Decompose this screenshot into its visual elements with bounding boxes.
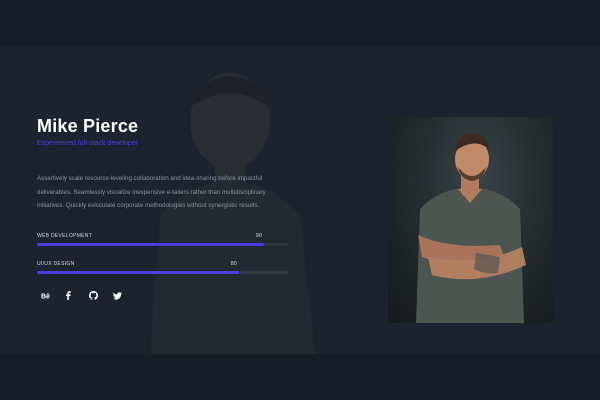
profile-photo <box>388 117 553 323</box>
facebook-icon[interactable] <box>65 289 89 303</box>
about-section: Mike Pierce Experienced full-stack devel… <box>0 46 600 354</box>
skill-progress-fill <box>37 242 264 246</box>
portrait-illustration <box>416 132 526 323</box>
top-band <box>0 0 600 46</box>
skill-uiux-design: UI/UX DESIGN 80 <box>37 261 289 274</box>
bottom-band <box>0 354 600 400</box>
twitter-icon[interactable] <box>113 289 137 303</box>
github-icon[interactable] <box>89 289 113 303</box>
social-links: Bē <box>41 289 292 303</box>
profile-name: Mike Pierce <box>37 116 139 136</box>
skill-label: UI/UX DESIGN <box>37 260 75 267</box>
behance-icon[interactable]: Bē <box>41 289 65 303</box>
profile-role: Experienced full-stack developer <box>37 140 139 147</box>
profile-content: Mike Pierce Experienced full-stack devel… <box>37 116 292 303</box>
svg-text:Bē: Bē <box>41 293 50 300</box>
skill-value: 80 <box>230 260 237 267</box>
skill-progress-fill <box>37 270 239 274</box>
skill-value: 90 <box>255 232 262 239</box>
skill-label: WEB DEVELOPMENT <box>37 232 93 239</box>
skill-progress-track <box>37 242 289 246</box>
skills-list: WEB DEVELOPMENT 90 UI/UX DESIGN 80 <box>37 233 289 274</box>
profile-bio: Assertively scale resource-leveling coll… <box>37 175 266 210</box>
skill-progress-track <box>37 270 289 274</box>
skill-web-development: WEB DEVELOPMENT 90 <box>37 233 289 246</box>
